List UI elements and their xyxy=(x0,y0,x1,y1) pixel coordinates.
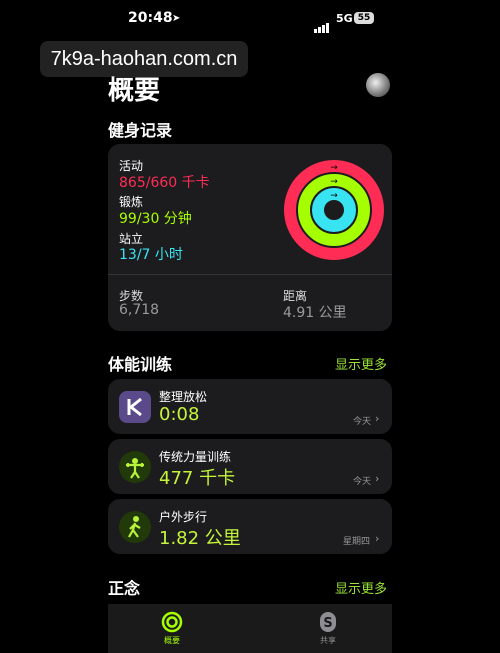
tab-summary[interactable]: 概要 xyxy=(160,610,184,650)
svg-text:S: S xyxy=(323,616,332,631)
move-value: 865/660 千卡 xyxy=(119,175,210,191)
workout-row[interactable]: 传统力量训练 477 千卡 今天 › xyxy=(108,439,392,494)
signal-icon xyxy=(314,14,330,33)
workout-name: 传统力量训练 xyxy=(159,450,232,464)
summary-rings-icon xyxy=(161,611,183,633)
exercise-value: 99/30 分钟 xyxy=(119,211,192,227)
steps-value: 6,718 xyxy=(119,302,160,318)
workout-value: 477 千卡 xyxy=(159,468,236,489)
workout-row[interactable]: 户外步行 1.82 公里 星期四 › xyxy=(108,499,392,554)
workout-value: 0:08 xyxy=(159,404,200,425)
move-ring-arrow-icon: → xyxy=(330,163,338,173)
mindfulness-section-title: 正念 xyxy=(108,579,141,598)
workout-date: 今天 xyxy=(353,477,372,487)
tab-sharing[interactable]: S 共享 xyxy=(316,610,340,650)
workout-date: 星期四 xyxy=(343,537,371,547)
page-title: 概要 xyxy=(108,76,161,106)
stand-ring-arrow-icon: → xyxy=(330,191,338,201)
stand-value: 13/7 小时 xyxy=(119,247,183,263)
battery-icon: 55 xyxy=(354,12,374,24)
cooldown-k-icon xyxy=(119,391,151,423)
tab-sharing-label: 共享 xyxy=(320,636,336,645)
activity-card[interactable]: 活动 865/660 千卡 锻炼 99/30 分钟 站立 13/7 小时 → →… xyxy=(108,144,392,331)
walking-icon xyxy=(119,511,151,543)
fitness-section-title: 健身记录 xyxy=(108,121,173,140)
clock: 20:48 xyxy=(128,10,173,26)
mindfulness-show-more-link[interactable]: 显示更多 xyxy=(335,578,387,597)
workout-value: 1.82 公里 xyxy=(159,528,241,549)
workouts-show-more-link[interactable]: 显示更多 xyxy=(335,354,387,373)
activity-rings: → → → xyxy=(284,160,384,260)
location-arrow-icon: ➤ xyxy=(172,13,181,24)
network-type: 5G xyxy=(336,12,353,25)
avatar[interactable] xyxy=(366,73,390,97)
chevron-right-icon: › xyxy=(375,532,380,545)
tab-summary-label: 概要 xyxy=(164,636,180,645)
workout-row[interactable]: 整理放松 0:08 今天 › xyxy=(108,379,392,434)
card-divider xyxy=(108,274,392,275)
tab-bar: 概要 S 共享 xyxy=(108,604,392,653)
workout-name: 整理放松 xyxy=(159,390,208,404)
workout-name: 户外步行 xyxy=(159,510,208,524)
weightlifting-icon xyxy=(119,451,151,483)
workouts-section-title: 体能训练 xyxy=(108,355,173,374)
status-bar: 20:48 ➤ 5G 55 xyxy=(0,0,500,38)
exercise-ring-arrow-icon: → xyxy=(330,177,338,187)
chevron-right-icon: › xyxy=(375,472,380,485)
distance-value: 4.91 公里 xyxy=(283,305,347,321)
workout-date: 今天 xyxy=(353,417,372,427)
sharing-s-icon: S xyxy=(320,612,336,632)
chevron-right-icon: › xyxy=(375,412,380,425)
